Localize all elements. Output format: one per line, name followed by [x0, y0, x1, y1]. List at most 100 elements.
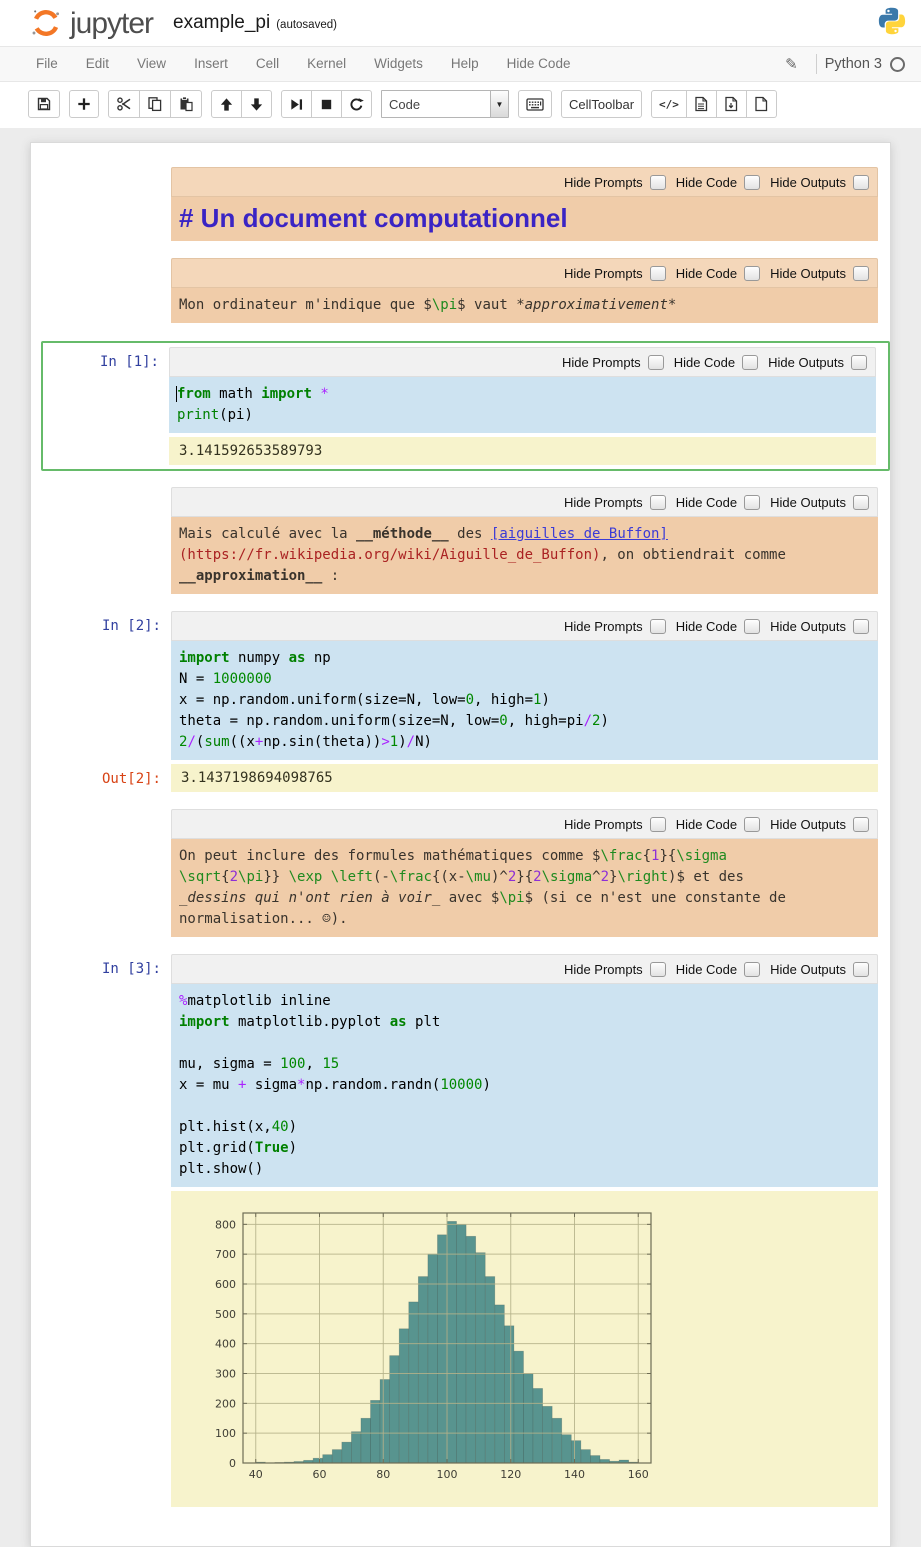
notebook-cell[interactable]: Hide PromptsHide CodeHide Outputs# Un do… — [31, 165, 890, 243]
paste-button[interactable] — [171, 90, 202, 118]
export-pdf-button[interactable] — [717, 90, 747, 118]
hide-code-checkbox[interactable] — [744, 817, 760, 832]
divider — [816, 54, 817, 74]
hide-code-checkbox[interactable] — [744, 266, 760, 281]
move-cell-down-button[interactable] — [242, 90, 272, 118]
hide-outputs-label: Hide Outputs — [770, 817, 846, 832]
svg-text:100: 100 — [215, 1427, 236, 1440]
kernel-idle-icon — [890, 57, 905, 72]
app-header: jupyter example_pi (autosaved) — [0, 0, 921, 46]
cell-type-value: Code — [382, 97, 490, 112]
interrupt-kernel-button[interactable] — [312, 90, 342, 118]
menu-item-file[interactable]: File — [22, 47, 72, 81]
markdown-source[interactable]: Mais calculé avec la __méthode__ des [ai… — [171, 517, 878, 594]
hide-prompts-checkbox[interactable] — [650, 962, 666, 977]
copy-button[interactable] — [140, 90, 171, 118]
hide-code-checkbox[interactable] — [744, 619, 760, 634]
menu-bar: File Edit View Insert Cell Kernel Widget… — [0, 46, 921, 82]
notebook-cell[interactable]: Hide PromptsHide CodeHide OutputsMon ord… — [31, 256, 890, 325]
hide-prompts-checkbox[interactable] — [650, 175, 666, 190]
cell-toolbar: Hide PromptsHide CodeHide Outputs — [171, 809, 878, 839]
source-line: x = np.random.uniform(size=N, low=0, hig… — [179, 690, 868, 711]
hide-outputs-checkbox[interactable] — [851, 355, 867, 370]
code-prettify-button[interactable]: </> — [651, 90, 687, 118]
hide-outputs-checkbox[interactable] — [853, 175, 869, 190]
cell-toolbar: Hide PromptsHide CodeHide Outputs — [171, 258, 878, 288]
hide-code-checkbox[interactable] — [744, 175, 760, 190]
save-button[interactable] — [28, 90, 60, 118]
celltoolbar-label: CellToolbar — [569, 97, 634, 112]
menu-item-hide-code[interactable]: Hide Code — [493, 47, 585, 81]
celltoolbar-button[interactable]: CellToolbar — [561, 90, 642, 118]
source-line: N = 1000000 — [179, 669, 868, 690]
hide-outputs-checkbox[interactable] — [853, 495, 869, 510]
hide-outputs-checkbox[interactable] — [853, 266, 869, 281]
code-input[interactable]: from math import *print(pi) — [169, 377, 876, 433]
histogram-plot: 4060801001201401600100200300400500600700… — [197, 1201, 669, 1489]
source-line: print(pi) — [177, 405, 866, 426]
hide-prompts-checkbox[interactable] — [650, 619, 666, 634]
source-line — [179, 1096, 868, 1117]
cut-button[interactable] — [108, 90, 140, 118]
code-input[interactable]: import numpy as npN = 1000000x = np.rand… — [171, 641, 878, 760]
notebook-cell[interactable]: In [3]:Hide PromptsHide CodeHide Outputs… — [31, 952, 890, 1509]
keyboard-icon — [526, 97, 544, 112]
prompt-column: Out[2]: — [33, 764, 171, 792]
input-prompt: In [1]: — [100, 354, 159, 370]
menu-item-help[interactable]: Help — [437, 47, 493, 81]
add-cell-button[interactable] — [69, 90, 99, 118]
prompt-column — [33, 487, 171, 594]
notebook-cell[interactable]: Hide PromptsHide CodeHide OutputsOn peut… — [31, 807, 890, 939]
menu-item-edit[interactable]: Edit — [72, 47, 123, 81]
notebook-cell[interactable]: In [1]:Hide PromptsHide CodeHide Outputs… — [41, 341, 890, 471]
source-line: plt.grid(True) — [179, 1138, 868, 1159]
menu-item-kernel[interactable]: Kernel — [293, 47, 360, 81]
hide-outputs-checkbox[interactable] — [853, 817, 869, 832]
kernel-name: Python 3 — [825, 56, 882, 72]
run-cell-button[interactable] — [281, 90, 312, 118]
svg-text:400: 400 — [215, 1338, 236, 1351]
hide-code-checkbox[interactable] — [742, 355, 758, 370]
file-blank-icon — [754, 96, 768, 112]
new-notebook-button[interactable] — [747, 90, 777, 118]
prompt-column — [33, 167, 171, 241]
menu-item-widgets[interactable]: Widgets — [360, 47, 437, 81]
hide-prompts-label: Hide Prompts — [564, 817, 643, 832]
hide-prompts-checkbox[interactable] — [650, 817, 666, 832]
menu-item-cell[interactable]: Cell — [242, 47, 293, 81]
jupyter-logo[interactable]: jupyter — [28, 7, 153, 39]
markdown-source[interactable]: # Un document computationnel — [171, 197, 878, 241]
source-line: \sqrt{2\pi}} \exp \left(-\frac{(x-\mu)^2… — [179, 867, 868, 888]
hide-outputs-checkbox[interactable] — [853, 619, 869, 634]
paste-icon — [178, 96, 194, 112]
hide-code-checkbox[interactable] — [744, 495, 760, 510]
markdown-source[interactable]: On peut inclure des formules mathématiqu… — [171, 839, 878, 937]
move-cell-up-button[interactable] — [211, 90, 242, 118]
arrow-up-icon — [219, 97, 234, 112]
hide-prompts-checkbox[interactable] — [650, 495, 666, 510]
source-line: import numpy as np — [179, 648, 868, 669]
hide-outputs-checkbox[interactable] — [853, 962, 869, 977]
hide-code-label: Hide Code — [676, 619, 737, 634]
markdown-source[interactable]: Mon ordinateur m'indique que $\pi$ vaut … — [171, 288, 878, 323]
svg-text:700: 700 — [215, 1248, 236, 1261]
svg-text:200: 200 — [215, 1397, 236, 1410]
source-line: _dessins qui n'ont rien à voir_ avec $\p… — [179, 888, 868, 909]
notebook-title[interactable]: example_pi — [173, 12, 270, 34]
cell-type-select[interactable]: Code ▼ — [381, 90, 509, 118]
notebook-cell[interactable]: In [2]:Hide PromptsHide CodeHide Outputs… — [31, 609, 890, 794]
hide-code-checkbox[interactable] — [744, 962, 760, 977]
command-palette-button[interactable] — [518, 90, 552, 118]
hide-prompts-checkbox[interactable] — [648, 355, 664, 370]
notebook-cell[interactable]: Hide PromptsHide CodeHide OutputsMais ca… — [31, 485, 890, 596]
restart-kernel-button[interactable] — [342, 90, 372, 118]
svg-text:120: 120 — [500, 1468, 521, 1481]
export-document-button[interactable] — [687, 90, 717, 118]
menu-item-insert[interactable]: Insert — [180, 47, 242, 81]
source-line: x = mu + sigma*np.random.randn(10000) — [179, 1075, 868, 1096]
hide-prompts-checkbox[interactable] — [650, 266, 666, 281]
input-prompt: In [2]: — [102, 618, 161, 634]
menu-item-view[interactable]: View — [123, 47, 180, 81]
code-input[interactable]: %matplotlib inlineimport matplotlib.pypl… — [171, 984, 878, 1187]
prompt-column — [33, 258, 171, 323]
